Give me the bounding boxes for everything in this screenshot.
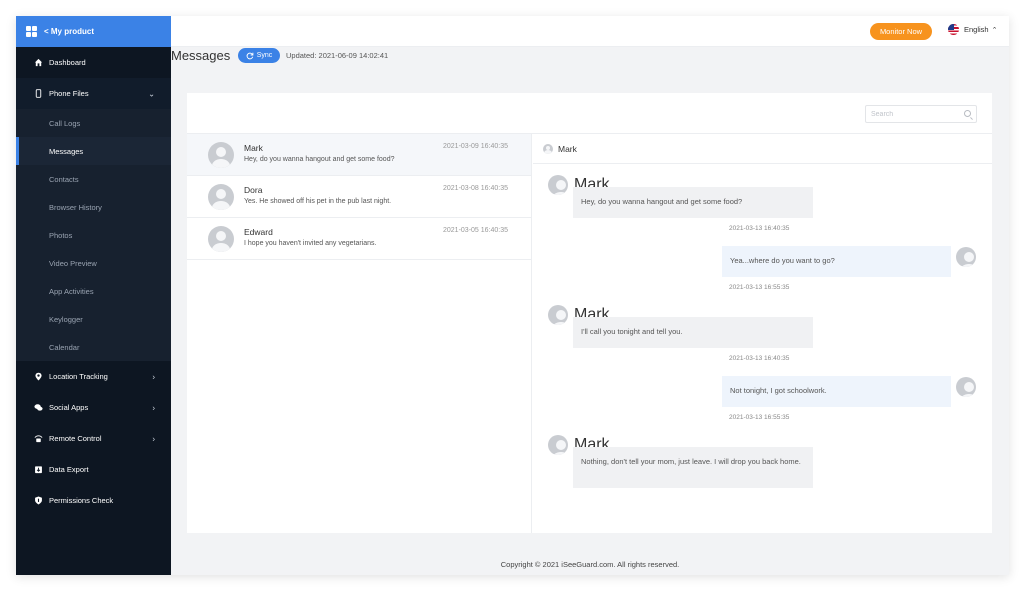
conversation-list: Mark Hey, do you wanna hangout and get s… bbox=[187, 134, 532, 533]
conversation-name: Edward bbox=[244, 227, 273, 237]
sidebar-subitem-messages[interactable]: Messages bbox=[16, 137, 171, 165]
chat-header: Mark bbox=[533, 134, 992, 164]
conversation-time: 2021-03-09 16:40:35 bbox=[443, 143, 508, 150]
conversation-item[interactable]: Edward I hope you haven't invited any ve… bbox=[187, 218, 531, 260]
messages-panel: Mark Hey, do you wanna hangout and get s… bbox=[187, 93, 992, 533]
sidebar-item-label: Social Apps bbox=[49, 403, 89, 412]
sidebar-subitem-keylogger[interactable]: Keylogger bbox=[16, 305, 171, 333]
conversation-time: 2021-03-08 16:40:35 bbox=[443, 185, 508, 192]
sidebar-subitem-label: Video Preview bbox=[49, 258, 97, 268]
sidebar-item-data-export[interactable]: Data Export bbox=[16, 454, 171, 485]
sidebar-subitem-contacts[interactable]: Contacts bbox=[16, 165, 171, 193]
phone-icon bbox=[34, 89, 43, 98]
search-icon[interactable] bbox=[964, 110, 971, 117]
page-title: Messages bbox=[171, 48, 231, 63]
chevron-down-icon: ⌄ bbox=[148, 89, 155, 98]
message-time: 2021-03-13 16:40:35 bbox=[729, 225, 790, 232]
export-icon bbox=[34, 465, 43, 474]
sidebar-item-label: Remote Control bbox=[49, 434, 102, 443]
message-time: 2021-03-13 16:55:35 bbox=[729, 414, 790, 421]
sidebar-item-phone-files[interactable]: Phone Files ⌄ bbox=[16, 78, 171, 109]
top-bar: Monitor Now English ⌃ bbox=[171, 16, 1009, 47]
sidebar-subitem-label: Browser History bbox=[49, 202, 102, 212]
avatar bbox=[548, 175, 568, 195]
chevron-right-icon: › bbox=[152, 403, 155, 412]
sidebar: < My product Dashboard Phone Files ⌄ Cal… bbox=[16, 16, 171, 575]
sidebar-subitem-calendar[interactable]: Calendar bbox=[16, 333, 171, 361]
chevron-up-icon: ⌃ bbox=[991, 26, 998, 34]
message-bubble: I'll call you tonight and tell you. bbox=[573, 317, 813, 348]
sidebar-item-remote-control[interactable]: Remote Control › bbox=[16, 423, 171, 454]
sidebar-item-permissions-check[interactable]: Permissions Check bbox=[16, 485, 171, 516]
panel-toolbar bbox=[187, 93, 992, 134]
sidebar-item-dashboard[interactable]: Dashboard bbox=[16, 47, 171, 78]
language-label: English bbox=[964, 25, 989, 34]
chat-bubbles-icon bbox=[34, 403, 43, 412]
conversation-preview: I hope you haven't invited any vegetaria… bbox=[244, 240, 377, 247]
sidebar-subitem-label: Contacts bbox=[49, 174, 79, 184]
sidebar-subitem-label: Calendar bbox=[49, 342, 80, 352]
conversation-name: Mark bbox=[244, 143, 263, 153]
apps-grid-icon bbox=[26, 26, 37, 37]
sidebar-subitem-video-preview[interactable]: Video Preview bbox=[16, 249, 171, 277]
sidebar-subitem-label: Photos bbox=[49, 230, 73, 240]
sidebar-subitem-app-activities[interactable]: App Activities bbox=[16, 277, 171, 305]
us-flag-icon bbox=[948, 24, 959, 35]
conversation-preview: Yes. He showed off his pet in the pub la… bbox=[244, 198, 392, 205]
avatar bbox=[548, 305, 568, 325]
avatar bbox=[956, 247, 976, 267]
contact-avatar-icon bbox=[543, 143, 553, 154]
location-pin-icon bbox=[34, 372, 43, 381]
message-bubble: Yea...where do you want to go? bbox=[722, 246, 951, 277]
shield-icon bbox=[34, 496, 43, 505]
sidebar-subitem-label: App Activities bbox=[49, 286, 94, 296]
avatar bbox=[208, 184, 234, 210]
conversation-time: 2021-03-05 16:40:35 bbox=[443, 227, 508, 234]
home-icon bbox=[34, 58, 43, 67]
copyright-text: Copyright © 2021 iSeeGuard.com. All righ… bbox=[500, 560, 680, 569]
chevron-right-icon: › bbox=[152, 434, 155, 443]
message-bubble: Hey, do you wanna hangout and get some f… bbox=[573, 187, 813, 218]
avatar bbox=[956, 377, 976, 397]
sidebar-subitem-label: Call Logs bbox=[49, 118, 81, 128]
avatar bbox=[208, 226, 234, 252]
sidebar-subitem-call-logs[interactable]: Call Logs bbox=[16, 109, 171, 137]
conversation-item[interactable]: Dora Yes. He showed off his pet in the p… bbox=[187, 176, 531, 218]
sidebar-item-location-tracking[interactable]: Location Tracking › bbox=[16, 361, 171, 392]
sidebar-item-label: Permissions Check bbox=[49, 496, 114, 505]
updated-timestamp: Updated: 2021-06-09 14:02:41 bbox=[286, 51, 389, 60]
sidebar-item-label: Dashboard bbox=[49, 58, 86, 67]
sidebar-subitem-label: Messages bbox=[49, 146, 84, 156]
sidebar-item-label: Data Export bbox=[49, 465, 89, 474]
message-time: 2021-03-13 16:40:35 bbox=[729, 355, 790, 362]
message-time: 2021-03-13 16:55:35 bbox=[729, 284, 790, 291]
avatar bbox=[548, 435, 568, 455]
conversation-item[interactable]: Mark Hey, do you wanna hangout and get s… bbox=[187, 134, 531, 176]
message-bubble: Nothing, don't tell your mom, just leave… bbox=[573, 447, 813, 488]
conversation-preview: Hey, do you wanna hangout and get some f… bbox=[244, 156, 395, 163]
sidebar-item-label: Phone Files bbox=[49, 89, 89, 98]
message-bubble: Not tonight, I got schoolwork. bbox=[722, 376, 951, 407]
product-switcher[interactable]: < My product bbox=[16, 16, 171, 47]
chat-contact-name: Mark bbox=[558, 143, 577, 154]
sync-button[interactable]: Sync bbox=[238, 48, 280, 63]
sidebar-filler bbox=[16, 516, 171, 575]
sidebar-subitem-photos[interactable]: Photos bbox=[16, 221, 171, 249]
sidebar-subitem-label: Keylogger bbox=[49, 314, 83, 324]
monitor-now-button[interactable]: Monitor Now bbox=[870, 23, 932, 40]
sidebar-subitem-browser-history[interactable]: Browser History bbox=[16, 193, 171, 221]
refresh-icon bbox=[246, 52, 254, 59]
sidebar-item-label: Location Tracking bbox=[49, 372, 108, 381]
product-label: < My product bbox=[44, 27, 95, 36]
search-input[interactable] bbox=[871, 110, 959, 118]
language-selector[interactable]: English ⌃ bbox=[948, 24, 997, 35]
sync-label: Sync bbox=[256, 52, 273, 59]
sidebar-item-social-apps[interactable]: Social Apps › bbox=[16, 392, 171, 423]
avatar bbox=[208, 142, 234, 168]
chat-pane: Mark Mark Hey, do you wanna hangout and … bbox=[533, 134, 992, 533]
conversation-name: Dora bbox=[244, 185, 263, 195]
search-box[interactable] bbox=[865, 105, 977, 123]
remote-control-icon bbox=[34, 434, 43, 443]
chevron-right-icon: › bbox=[152, 372, 155, 381]
